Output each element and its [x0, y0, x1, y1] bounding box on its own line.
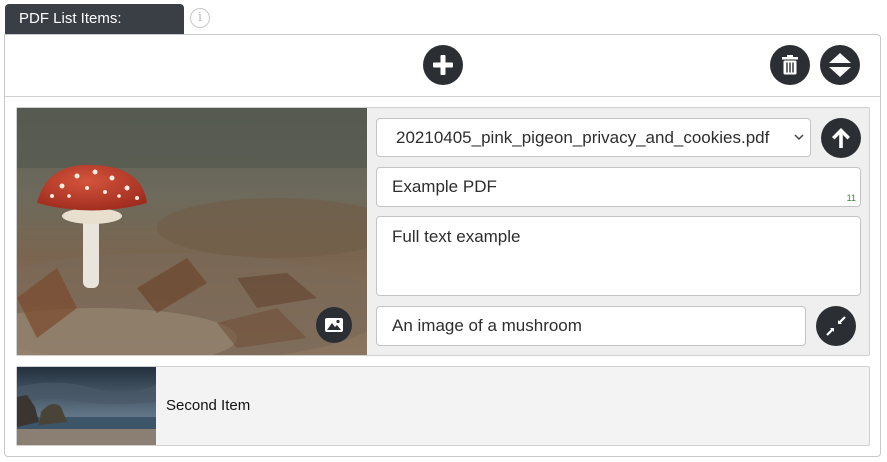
tab-label: PDF List Items: [19, 10, 122, 27]
image-alt-text-input[interactable]: An image of a mushroom [376, 306, 806, 346]
item-thumbnail [17, 367, 156, 445]
full-text-textarea[interactable]: Full text example [376, 216, 861, 296]
alt-text-value: An image of a mushroom [392, 316, 582, 335]
compress-icon [826, 316, 846, 336]
chevron-down-icon [794, 119, 804, 171]
arrow-up-icon [832, 128, 850, 148]
delete-all-button[interactable] [770, 45, 810, 85]
trash-icon [782, 55, 798, 75]
sort-icon [829, 53, 851, 77]
image-icon [325, 318, 343, 332]
list-item-collapsed[interactable]: Second Item [16, 366, 870, 446]
item-image[interactable] [17, 108, 367, 355]
add-item-button[interactable] [423, 45, 463, 85]
title-input[interactable]: Example PDF 11 [376, 167, 861, 207]
collapse-item-button[interactable] [816, 306, 856, 346]
list-toolbar [5, 35, 880, 97]
change-image-button[interactable] [316, 307, 352, 343]
pdf-file-select-value: 20210405_pink_pigeon_privacy_and_cookies… [396, 128, 770, 147]
title-input-value: Example PDF [392, 177, 497, 196]
plus-icon [433, 55, 453, 75]
sort-toggle-button[interactable] [820, 45, 860, 85]
item-title-label: Second Item [166, 397, 251, 414]
coast-photo [17, 367, 156, 445]
full-text-value: Full text example [392, 227, 521, 246]
pdf-file-select[interactable]: 20210405_pink_pigeon_privacy_and_cookies… [376, 118, 811, 157]
list-item-expanded: 20210405_pink_pigeon_privacy_and_cookies… [16, 107, 870, 356]
info-icon[interactable]: i [190, 8, 210, 28]
upload-pdf-button[interactable] [821, 118, 861, 158]
mushroom-photo [17, 108, 367, 355]
pdf-list-panel: 20210405_pink_pigeon_privacy_and_cookies… [4, 34, 881, 457]
title-character-counter: 11 [846, 193, 856, 203]
pdf-list-items-tab: PDF List Items: [5, 4, 184, 34]
